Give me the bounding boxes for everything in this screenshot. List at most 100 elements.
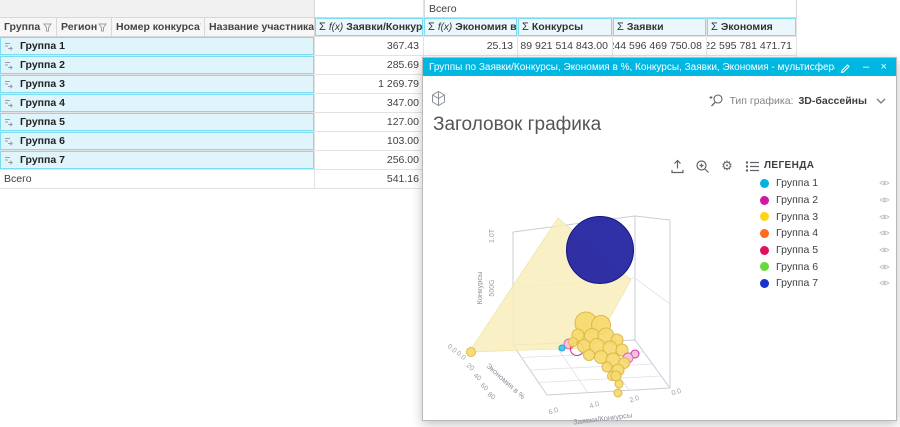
cell-value[interactable]: 285.69	[315, 56, 424, 75]
column-header-label: Номер конкурса	[116, 21, 200, 33]
legend-item[interactable]: Группа 6	[760, 258, 890, 275]
group-name: Группа 1	[20, 40, 65, 52]
table-row-group[interactable]: Группа 7	[0, 151, 315, 170]
settings-gear-icon[interactable]: ⚙	[719, 158, 735, 174]
svg-text:0.0: 0.0	[455, 350, 467, 362]
chart-type-selector[interactable]: Тип графика: 3D-бассейны	[709, 93, 886, 108]
svg-text:80: 80	[486, 391, 497, 401]
svg-text:4.0: 4.0	[589, 401, 601, 411]
chart-bubble[interactable]	[615, 380, 623, 388]
table-row-group[interactable]: Группа 4	[0, 94, 315, 113]
measure-header-zayavki[interactable]: Σ Заявки	[613, 18, 707, 37]
cell-value[interactable]: 127.00	[315, 113, 424, 132]
table-row-group[interactable]: Группа 6	[0, 132, 315, 151]
eye-icon[interactable]	[879, 279, 890, 287]
measure-label: Экономия	[721, 21, 773, 33]
table-row-group[interactable]: Группа 2	[0, 56, 315, 75]
3d-bubble-plot[interactable]: 1.0T 500G Конкурсы 0.0 0.0 20 40 60 80 Э…	[431, 176, 751, 426]
cell-value[interactable]: 347.00	[315, 94, 424, 113]
measure-header-ekonomiya-pct[interactable]: Σ f(x) Экономия в %	[424, 18, 518, 37]
legend-label: Группа 6	[776, 261, 872, 273]
chart-bubble-largest[interactable]	[567, 217, 634, 284]
cell-value[interactable]: 244 596 469 750.08	[613, 37, 707, 56]
dialog-content: Тип графика: 3D-бассейны Заголовок графи…	[423, 76, 896, 421]
band-blank-cell	[315, 0, 424, 18]
cube-3d-icon[interactable]	[430, 90, 447, 107]
cell-value[interactable]: 22 595 781 471.71	[707, 37, 797, 56]
minimize-button[interactable]: –	[860, 59, 873, 75]
legend-label: Группа 3	[776, 211, 872, 223]
legend-color-dot	[760, 279, 769, 288]
drilldown-icon	[4, 80, 15, 89]
legend-color-dot	[760, 229, 769, 238]
column-header-nomer-konkursa[interactable]: Номер конкурса	[112, 18, 205, 37]
drilldown-icon	[4, 42, 15, 51]
svg-text:1.0T: 1.0T	[489, 228, 496, 243]
eye-icon[interactable]	[879, 229, 890, 237]
svg-text:Конкурсы: Конкурсы	[475, 271, 484, 304]
legend-item[interactable]: Группа 4	[760, 225, 890, 242]
cell-value[interactable]: 367.43	[315, 37, 424, 56]
svg-text:500G: 500G	[489, 279, 496, 296]
eye-icon[interactable]	[879, 213, 890, 221]
total-row-label: Всего	[0, 170, 315, 189]
chart-bubble[interactable]	[602, 362, 612, 372]
chart-bubble[interactable]	[611, 371, 621, 381]
zoom-icon[interactable]	[694, 158, 710, 174]
eye-icon[interactable]	[879, 246, 890, 254]
chart-bubble[interactable]	[467, 348, 476, 357]
filter-funnel-icon[interactable]	[98, 23, 107, 32]
legend-label: Группа 1	[776, 177, 872, 189]
measure-label: Заявки/Конкурсы	[346, 21, 424, 33]
cell-value[interactable]: 103.00	[315, 132, 424, 151]
table-row-group[interactable]: Группа 1	[0, 37, 315, 56]
measure-header-konkursy[interactable]: Σ Конкурсы	[518, 18, 613, 37]
table-row-group[interactable]: Группа 5	[0, 113, 315, 132]
eye-icon[interactable]	[879, 179, 890, 187]
chart-bubble[interactable]	[569, 338, 578, 347]
dialog-titlebar[interactable]: Группы по Заявки/Конкурсы, Экономия в %,…	[423, 58, 896, 76]
column-header-nazvanie-uchastnika[interactable]: Название участника	[205, 18, 315, 37]
measure-header-ekonomiya[interactable]: Σ Экономия	[707, 18, 797, 37]
table-row-group[interactable]: Группа 3	[0, 75, 315, 94]
legend-color-dot	[760, 212, 769, 221]
legend-label: Группа 5	[776, 244, 872, 256]
eye-icon[interactable]	[879, 263, 890, 271]
chart-title: Заголовок графика	[433, 114, 601, 136]
chart-bubble[interactable]	[559, 345, 565, 351]
measure-header-zayavki-konkursy[interactable]: Σ f(x) Заявки/Конкурсы	[315, 18, 424, 37]
edit-pencil-icon[interactable]	[840, 62, 850, 73]
legend-item[interactable]: Группа 2	[760, 192, 890, 209]
measure-label: Заявки	[627, 21, 664, 33]
legend-list-icon[interactable]	[744, 158, 760, 174]
chart-legend: Группа 1 Группа 2 Группа 3 Группа 4 Груп	[760, 175, 890, 292]
drilldown-icon	[4, 118, 15, 127]
chart-bubble[interactable]	[614, 389, 622, 397]
legend-item[interactable]: Группа 5	[760, 242, 890, 259]
column-header-region[interactable]: Регион	[57, 18, 112, 37]
legend-item[interactable]: Группа 1	[760, 175, 890, 192]
cell-value[interactable]: 89 921 514 843.00	[518, 37, 613, 56]
legend-item[interactable]: Группа 3	[760, 208, 890, 225]
chart-bubble[interactable]	[595, 351, 608, 364]
drilldown-icon	[4, 137, 15, 146]
legend-item[interactable]: Группа 7	[760, 275, 890, 292]
filter-funnel-icon[interactable]	[43, 23, 52, 32]
measure-label: Конкурсы	[532, 21, 583, 33]
column-header-gruppa[interactable]: Группа	[0, 18, 57, 37]
export-icon[interactable]	[669, 158, 685, 174]
column-header-label: Регион	[61, 21, 97, 33]
legend-color-dot	[760, 196, 769, 205]
cell-value[interactable]: 25.13	[424, 37, 518, 56]
chart-bubble[interactable]	[584, 350, 595, 361]
legend-color-dot	[760, 179, 769, 188]
chevron-down-icon[interactable]	[876, 98, 886, 104]
eye-icon[interactable]	[879, 196, 890, 204]
cell-value[interactable]: 256.00	[315, 151, 424, 170]
drilldown-icon	[4, 61, 15, 70]
cell-value[interactable]: 541.16	[315, 170, 424, 189]
group-name: Группа 3	[20, 78, 65, 90]
cell-value[interactable]: 1 269.79	[315, 75, 424, 94]
legend-label: Группа 4	[776, 227, 872, 239]
close-button[interactable]: ×	[877, 59, 890, 75]
